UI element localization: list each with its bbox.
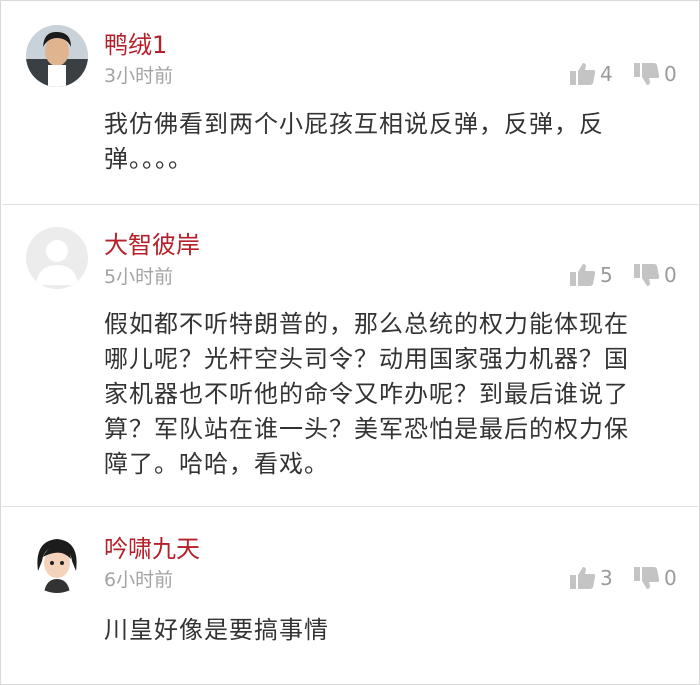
dislike-count: 0 bbox=[664, 566, 677, 590]
comment-line: 算？军队站在谁一头？美军恐怕是最后的权力保 bbox=[104, 415, 629, 443]
dislike-button[interactable]: 0 bbox=[634, 60, 677, 88]
thumbs-up-icon bbox=[570, 567, 596, 589]
comment-line: 弹。。。。 bbox=[104, 145, 193, 173]
thumbs-down-icon bbox=[634, 567, 660, 589]
user-photo-avatar-icon[interactable] bbox=[26, 25, 88, 87]
dislike-button[interactable]: 0 bbox=[634, 564, 677, 592]
comment-line: 假如都不听特朗普的，那么总统的权力能体现在 bbox=[104, 310, 629, 338]
timestamp: 6小时前 bbox=[104, 569, 174, 591]
thumbs-up-icon bbox=[570, 264, 596, 286]
like-count: 4 bbox=[600, 62, 613, 86]
comment-text: 川皇好像是要搞事情 bbox=[104, 613, 664, 648]
comment-text: 我仿佛看到两个小屁孩互相说反弹，反弹，反 弹。。。。 bbox=[104, 107, 664, 177]
timestamp: 3小时前 bbox=[104, 65, 174, 87]
like-count: 3 bbox=[600, 566, 613, 590]
comment-item: 大智彼岸 5小时前 5 0 假如都不听特朗普的，那么总统的权力能体现在 哪儿呢？… bbox=[2, 205, 700, 506]
username[interactable]: 吟啸九天 bbox=[104, 534, 200, 564]
dislike-count: 0 bbox=[664, 62, 677, 86]
like-count: 5 bbox=[600, 263, 613, 287]
username[interactable]: 大智彼岸 bbox=[104, 230, 200, 260]
default-avatar-icon[interactable] bbox=[26, 227, 88, 289]
like-button[interactable]: 3 bbox=[570, 564, 613, 592]
comment-line: 障了。哈哈，看戏。 bbox=[104, 450, 329, 478]
like-button[interactable]: 4 bbox=[570, 60, 613, 88]
username[interactable]: 鸭绒1 bbox=[104, 30, 167, 60]
comment-line: 哪儿呢？光杆空头司令？动用国家强力机器？国 bbox=[104, 345, 629, 373]
like-button[interactable]: 5 bbox=[570, 261, 613, 289]
timestamp: 5小时前 bbox=[104, 266, 174, 288]
comment-item: 吟啸九天 6小时前 3 0 川皇好像是要搞事情 bbox=[2, 507, 700, 684]
comment-line: 川皇好像是要搞事情 bbox=[104, 616, 329, 644]
cartoon-avatar-icon[interactable] bbox=[26, 531, 88, 593]
thumbs-down-icon bbox=[634, 264, 660, 286]
comment-line: 家机器也不听他的命令又咋办呢？到最后谁说了 bbox=[104, 380, 629, 408]
comment-item: 鸭绒1 3小时前 4 0 我仿佛看到两个小屁孩互相说反弹，反弹，反 弹。。。。 bbox=[2, 1, 700, 204]
comment-list: 鸭绒1 3小时前 4 0 我仿佛看到两个小屁孩互相说反弹，反弹，反 弹。。。。 bbox=[0, 0, 700, 685]
dislike-button[interactable]: 0 bbox=[634, 261, 677, 289]
dislike-count: 0 bbox=[664, 263, 677, 287]
thumbs-up-icon bbox=[570, 63, 596, 85]
thumbs-down-icon bbox=[634, 63, 660, 85]
comment-line: 我仿佛看到两个小屁孩互相说反弹，反弹，反 bbox=[104, 110, 604, 138]
comment-text: 假如都不听特朗普的，那么总统的权力能体现在 哪儿呢？光杆空头司令？动用国家强力机… bbox=[104, 307, 664, 482]
